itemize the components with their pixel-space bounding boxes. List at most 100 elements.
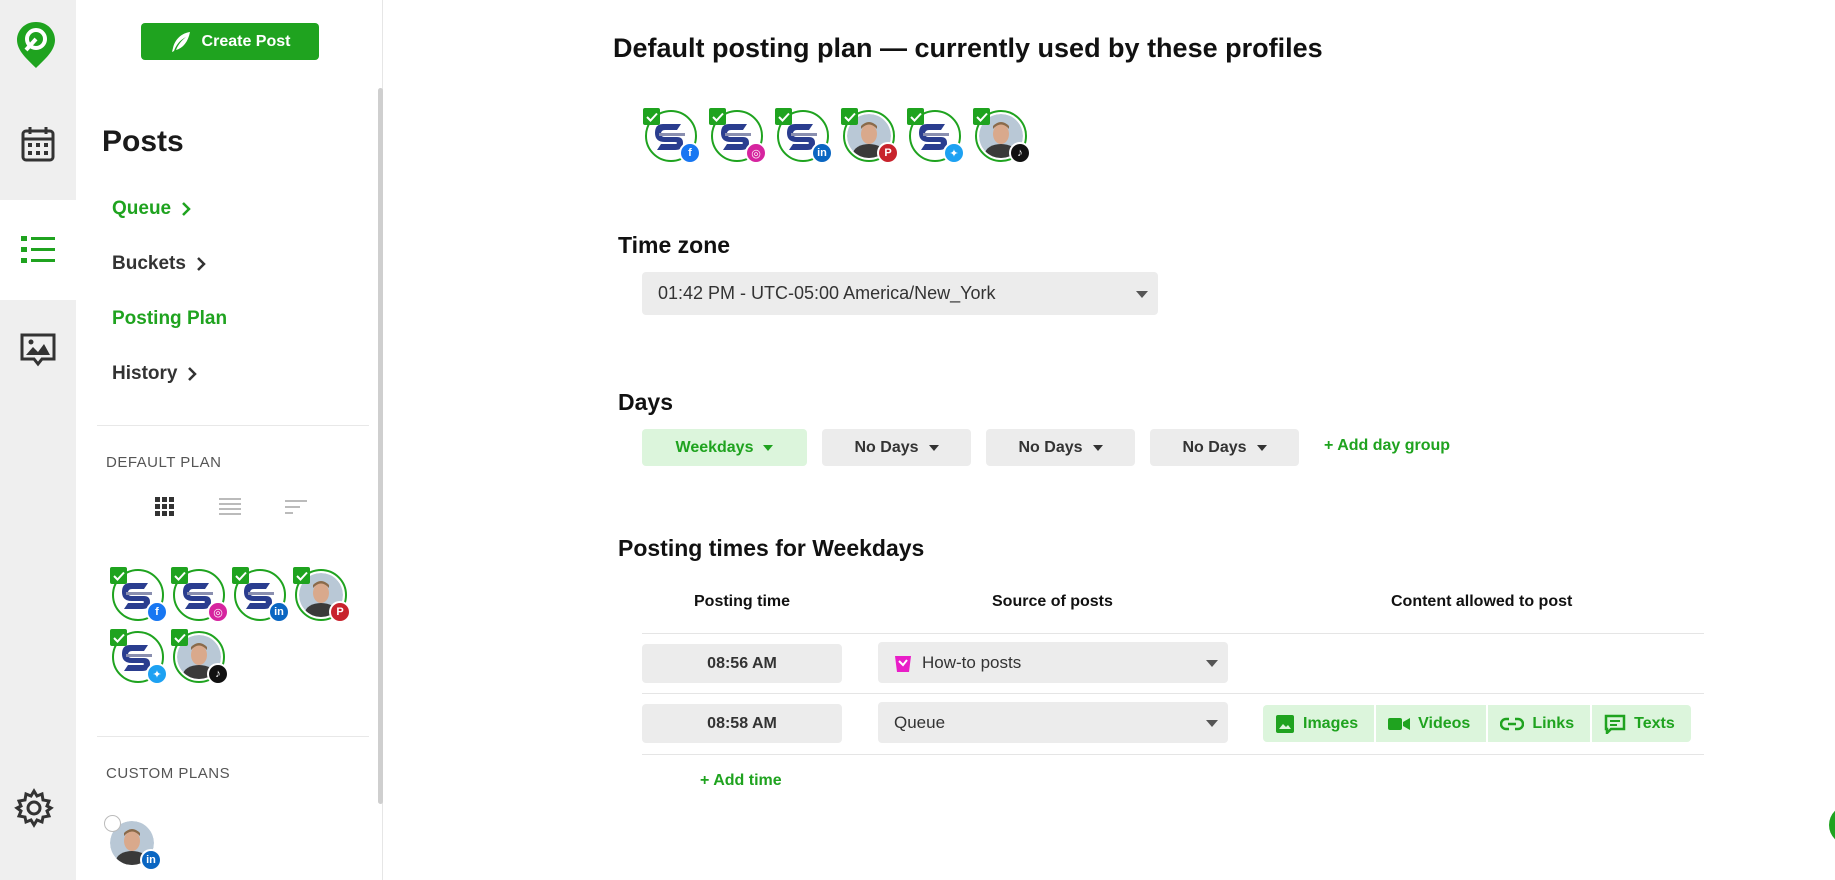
column-header-time: Posting time [694,593,791,610]
timezone-select[interactable]: 01:42 PM - UTC-05:00 America/New_York [642,272,1158,315]
source-select[interactable]: Queue [878,702,1228,743]
checkbox-checked-icon[interactable] [232,567,249,584]
profile-avatar-twitter[interactable]: ✦ [110,629,168,685]
profile-avatar-linkedin[interactable]: in [104,815,162,871]
profile-avatar-pinterest[interactable]: P [293,567,351,623]
content-images-toggle[interactable]: Images [1263,705,1375,742]
chevron-right-icon [182,202,191,216]
linkedin-icon: in [811,142,833,164]
profile-avatar-facebook[interactable]: f [110,567,168,623]
profile-avatar-facebook[interactable]: f [643,108,701,164]
add-time-button[interactable]: + Add time [700,772,782,790]
custom-plans-label: CUSTOM PLANS [106,765,231,782]
column-header-content: Content allowed to post [1391,593,1573,610]
day-group-label: Weekdays [675,438,754,456]
sidebar-item-label: Posting Plan [112,308,228,329]
app-logo-icon[interactable] [14,20,58,70]
compact-view-icon[interactable] [285,497,307,517]
instagram-icon: ◎ [207,601,229,623]
checkbox-checked-icon[interactable] [841,108,858,125]
checkbox-checked-icon[interactable] [643,108,660,125]
posting-times-heading: Posting times for Weekdays [618,535,925,561]
sidebar-divider [97,425,369,426]
content-label: Videos [1418,714,1471,732]
table-divider [642,693,1704,694]
sidebar-item-posting-plan[interactable]: Posting Plan [112,308,227,330]
add-day-group-button[interactable]: + Add day group [1324,437,1450,455]
create-post-label: Create Post [201,32,291,50]
content-links-toggle[interactable]: Links [1488,705,1591,742]
facebook-icon: f [679,142,701,164]
profile-avatar-linkedin[interactable]: in [775,108,833,164]
day-group-2[interactable]: No Days [822,429,971,466]
checkbox-checked-icon[interactable] [110,567,127,584]
content-type-group: Images Videos Links Texts [1263,705,1691,742]
list-icon [21,236,55,263]
profile-avatar-linkedin[interactable]: in [232,567,290,623]
profile-avatar-instagram[interactable]: ◎ [171,567,229,623]
app-rail [0,0,76,880]
checkbox-checked-icon[interactable] [110,629,127,646]
posts-nav-button[interactable] [0,200,76,300]
twitter-icon: ✦ [146,663,168,685]
content-texts-toggle[interactable]: Texts [1592,705,1691,742]
timezone-value: 01:42 PM - UTC-05:00 America/New_York [658,283,996,303]
profile-avatar-tiktok[interactable]: ♪ [973,108,1031,164]
posting-time-input[interactable]: 08:56 AM [642,644,842,683]
link-icon [1500,717,1525,730]
media-icon [20,333,56,367]
checkbox-checked-icon[interactable] [709,108,726,125]
caret-down-icon [928,444,939,451]
grid-view-icon[interactable] [155,497,175,517]
media-nav-button[interactable] [0,300,76,400]
twitter-icon: ✦ [943,142,965,164]
caret-down-icon [763,444,774,451]
help-chat-button[interactable] [1829,805,1835,845]
sidebar-scrollbar[interactable] [378,88,383,804]
day-group-label: No Days [1182,438,1247,456]
profile-avatar-tiktok[interactable]: ♪ [171,629,229,685]
profile-avatar-twitter[interactable]: ✦ [907,108,965,164]
sidebar-title: Posts [102,125,184,158]
feather-icon [171,31,190,52]
checkbox-checked-icon[interactable] [775,108,792,125]
sidebar-item-history[interactable]: History [112,363,198,385]
table-divider [642,633,1704,634]
list-view-icon[interactable] [219,497,241,517]
sidebar-item-queue[interactable]: Queue [112,198,191,220]
day-group-label: No Days [1018,438,1083,456]
sidebar-item-label: History [112,363,178,384]
checkbox-checked-icon[interactable] [907,108,924,125]
caret-down-icon [1206,719,1218,727]
source-value: Queue [894,712,946,732]
pinterest-icon: P [329,601,351,623]
pinterest-icon: P [877,142,899,164]
video-icon [1388,717,1411,730]
calendar-nav-button[interactable] [0,94,76,194]
checkbox-empty-icon[interactable] [104,815,121,832]
tiktok-icon: ♪ [1009,142,1031,164]
view-toggle-group [155,497,307,517]
checkbox-checked-icon[interactable] [171,567,188,584]
day-group-weekdays[interactable]: Weekdays [642,429,807,466]
calendar-icon [21,127,55,162]
checkbox-checked-icon[interactable] [171,629,188,646]
caret-down-icon [1256,444,1267,451]
content-videos-toggle[interactable]: Videos [1376,705,1487,742]
timezone-heading: Time zone [618,232,731,258]
source-select[interactable]: How-to posts [878,642,1228,683]
day-group-3[interactable]: No Days [986,429,1135,466]
create-post-button[interactable]: Create Post [141,23,319,60]
sidebar-item-buckets[interactable]: Buckets [112,253,206,275]
content-label: Images [1303,714,1359,732]
posting-time-input[interactable]: 08:58 AM [642,704,842,743]
day-group-4[interactable]: No Days [1150,429,1299,466]
content-label: Texts [1634,714,1675,732]
checkbox-checked-icon[interactable] [973,108,990,125]
profile-avatar-instagram[interactable]: ◎ [709,108,767,164]
settings-button[interactable] [14,788,58,832]
source-value: How-to posts [922,652,1022,672]
sidebar-item-label: Buckets [112,253,186,274]
checkbox-checked-icon[interactable] [293,567,310,584]
profile-avatar-pinterest[interactable]: P [841,108,899,164]
